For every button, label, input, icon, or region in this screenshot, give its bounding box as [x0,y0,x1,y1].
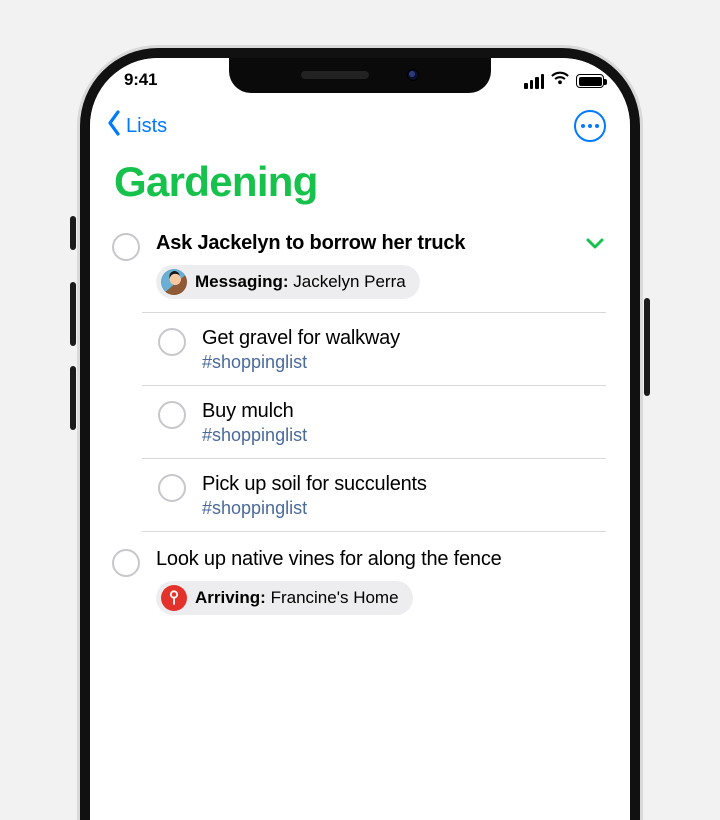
complete-toggle[interactable] [158,328,186,356]
page-title: Gardening [90,150,630,222]
pill-value: Francine's Home [271,588,399,607]
reminder-title: Buy mulch [202,400,594,423]
reminder-tag[interactable]: #shoppinglist [202,352,594,373]
back-button[interactable]: Lists [104,109,167,143]
location-pill[interactable]: Arriving: Francine's Home [156,581,413,615]
battery-icon [576,74,604,88]
complete-toggle[interactable] [112,549,140,577]
notch [229,57,491,93]
reminder-title: Pick up soil for succulents [202,473,594,496]
ellipsis-icon [581,124,599,128]
reminder-item[interactable]: Ask Jackelyn to borrow her truck Messagi… [90,222,630,312]
nav-bar: Lists [90,106,630,150]
cellular-icon [524,74,544,89]
avatar [161,269,187,295]
reminder-title: Look up native vines for along the fence [156,548,606,571]
phone-frame: 9:41 [80,48,640,820]
reminder-subitem[interactable]: Get gravel for walkway #shoppinglist [142,312,606,385]
reminder-item[interactable]: Look up native vines for along the fence… [90,532,630,627]
wifi-icon [550,71,570,91]
reminder-tag[interactable]: #shoppinglist [202,425,594,446]
pill-prefix: Messaging: [195,272,289,291]
reminder-tag[interactable]: #shoppinglist [202,498,594,519]
pill-value: Jackelyn Perra [293,272,405,291]
screen: 9:41 [90,58,630,820]
expand-toggle[interactable] [586,236,604,255]
subtask-list: Get gravel for walkway #shoppinglist Buy… [90,312,630,532]
complete-toggle[interactable] [158,474,186,502]
chevron-left-icon [104,109,124,143]
chevron-down-icon [586,236,604,250]
reminder-subitem[interactable]: Pick up soil for succulents #shoppinglis… [142,458,606,532]
reminder-title: Ask Jackelyn to borrow her truck [156,232,578,255]
status-time: 9:41 [124,70,157,90]
reminder-subitem[interactable]: Buy mulch #shoppinglist [142,385,606,458]
more-button[interactable] [574,110,606,142]
location-pin-icon [161,585,187,611]
messaging-pill[interactable]: Messaging: Jackelyn Perra [156,265,420,299]
complete-toggle[interactable] [158,401,186,429]
complete-toggle[interactable] [112,233,140,261]
back-label: Lists [126,115,167,138]
reminder-title: Get gravel for walkway [202,327,594,350]
pill-prefix: Arriving: [195,588,266,607]
